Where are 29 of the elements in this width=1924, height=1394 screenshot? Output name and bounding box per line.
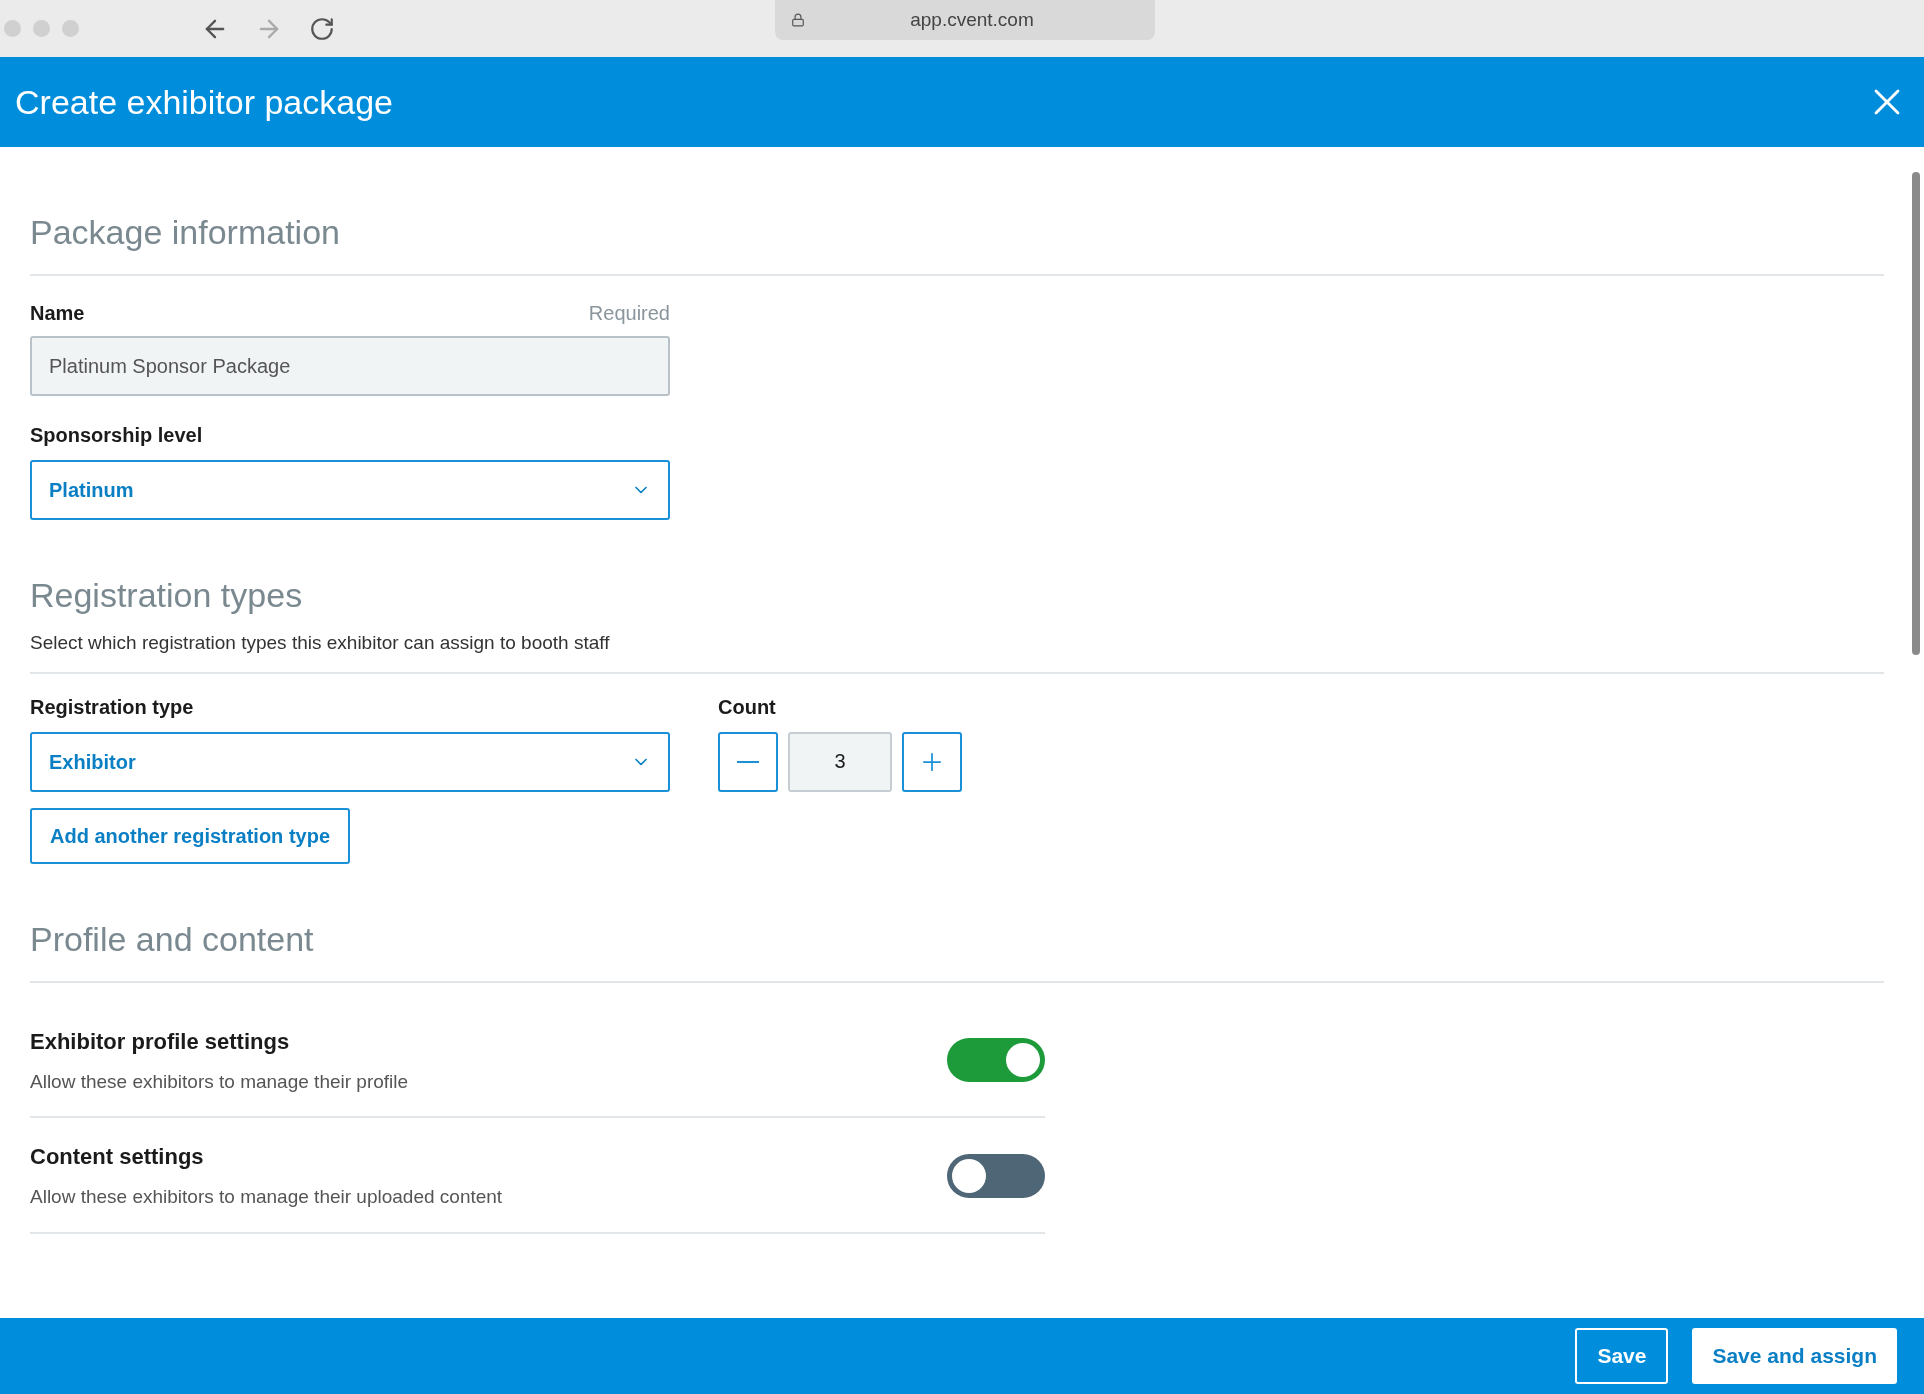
- address-bar[interactable]: app.cvent.com: [775, 0, 1155, 40]
- toggle-switch[interactable]: [947, 1038, 1045, 1083]
- decrement-button[interactable]: [718, 731, 778, 792]
- toggle-switch[interactable]: [947, 1153, 1045, 1198]
- setting-title: Exhibitor profile settings: [30, 1027, 291, 1056]
- minus-icon: [737, 760, 759, 763]
- dialog-title: Create exhibitor package: [15, 81, 393, 123]
- save-button[interactable]: Save: [1575, 1328, 1669, 1384]
- registration-type-dropdown[interactable]: Exhibitor: [30, 731, 670, 792]
- required-label: Required: [588, 301, 670, 326]
- name-input-field[interactable]: Platinum Sponsor Package: [30, 336, 670, 396]
- count-input-field[interactable]: 3: [788, 731, 892, 792]
- field-label: Sponsorship level: [30, 423, 204, 448]
- field-label: Name: [30, 301, 85, 326]
- section-title: Package information: [30, 212, 341, 253]
- field-label: Count: [718, 694, 777, 720]
- add-registration-type-button[interactable]: Add another registration type: [30, 807, 350, 864]
- section-title: Profile and content: [30, 918, 315, 960]
- sponsorship-level-dropdown[interactable]: Platinum: [30, 460, 670, 520]
- section-description: Select which registration types this exhibitor can assign to booth staff: [30, 631, 611, 655]
- reload-icon[interactable]: [309, 15, 335, 42]
- setting-description: Allow these exhibitors to manage their profile: [30, 1069, 409, 1094]
- lock-icon: [791, 13, 805, 27]
- setting-description: Allow these exhibitors to manage their uploaded content: [30, 1185, 503, 1209]
- increment-button[interactable]: [902, 731, 962, 792]
- save-and-assign-button[interactable]: Save and assign: [1692, 1328, 1897, 1384]
- field-label: Registration type: [30, 694, 195, 720]
- setting-title: Content settings: [30, 1143, 205, 1171]
- section-title: Registration types: [30, 575, 304, 616]
